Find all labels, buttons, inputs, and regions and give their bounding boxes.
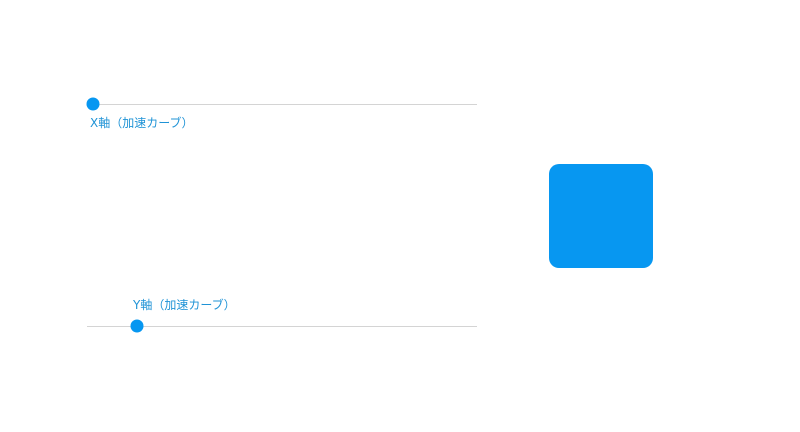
- animation-demo-stage: X軸（加速カーブ） Y軸（加速カーブ）: [0, 0, 800, 432]
- y-axis-slider-label: Y軸（加速カーブ）: [133, 298, 236, 312]
- y-axis-slider-handle[interactable]: [130, 319, 144, 333]
- animated-square: [549, 164, 653, 268]
- x-axis-slider-label: X軸（加速カーブ）: [90, 116, 194, 130]
- x-axis-slider-track[interactable]: [87, 104, 477, 105]
- y-axis-slider-track[interactable]: [87, 326, 477, 327]
- x-axis-slider-handle[interactable]: [86, 97, 100, 111]
